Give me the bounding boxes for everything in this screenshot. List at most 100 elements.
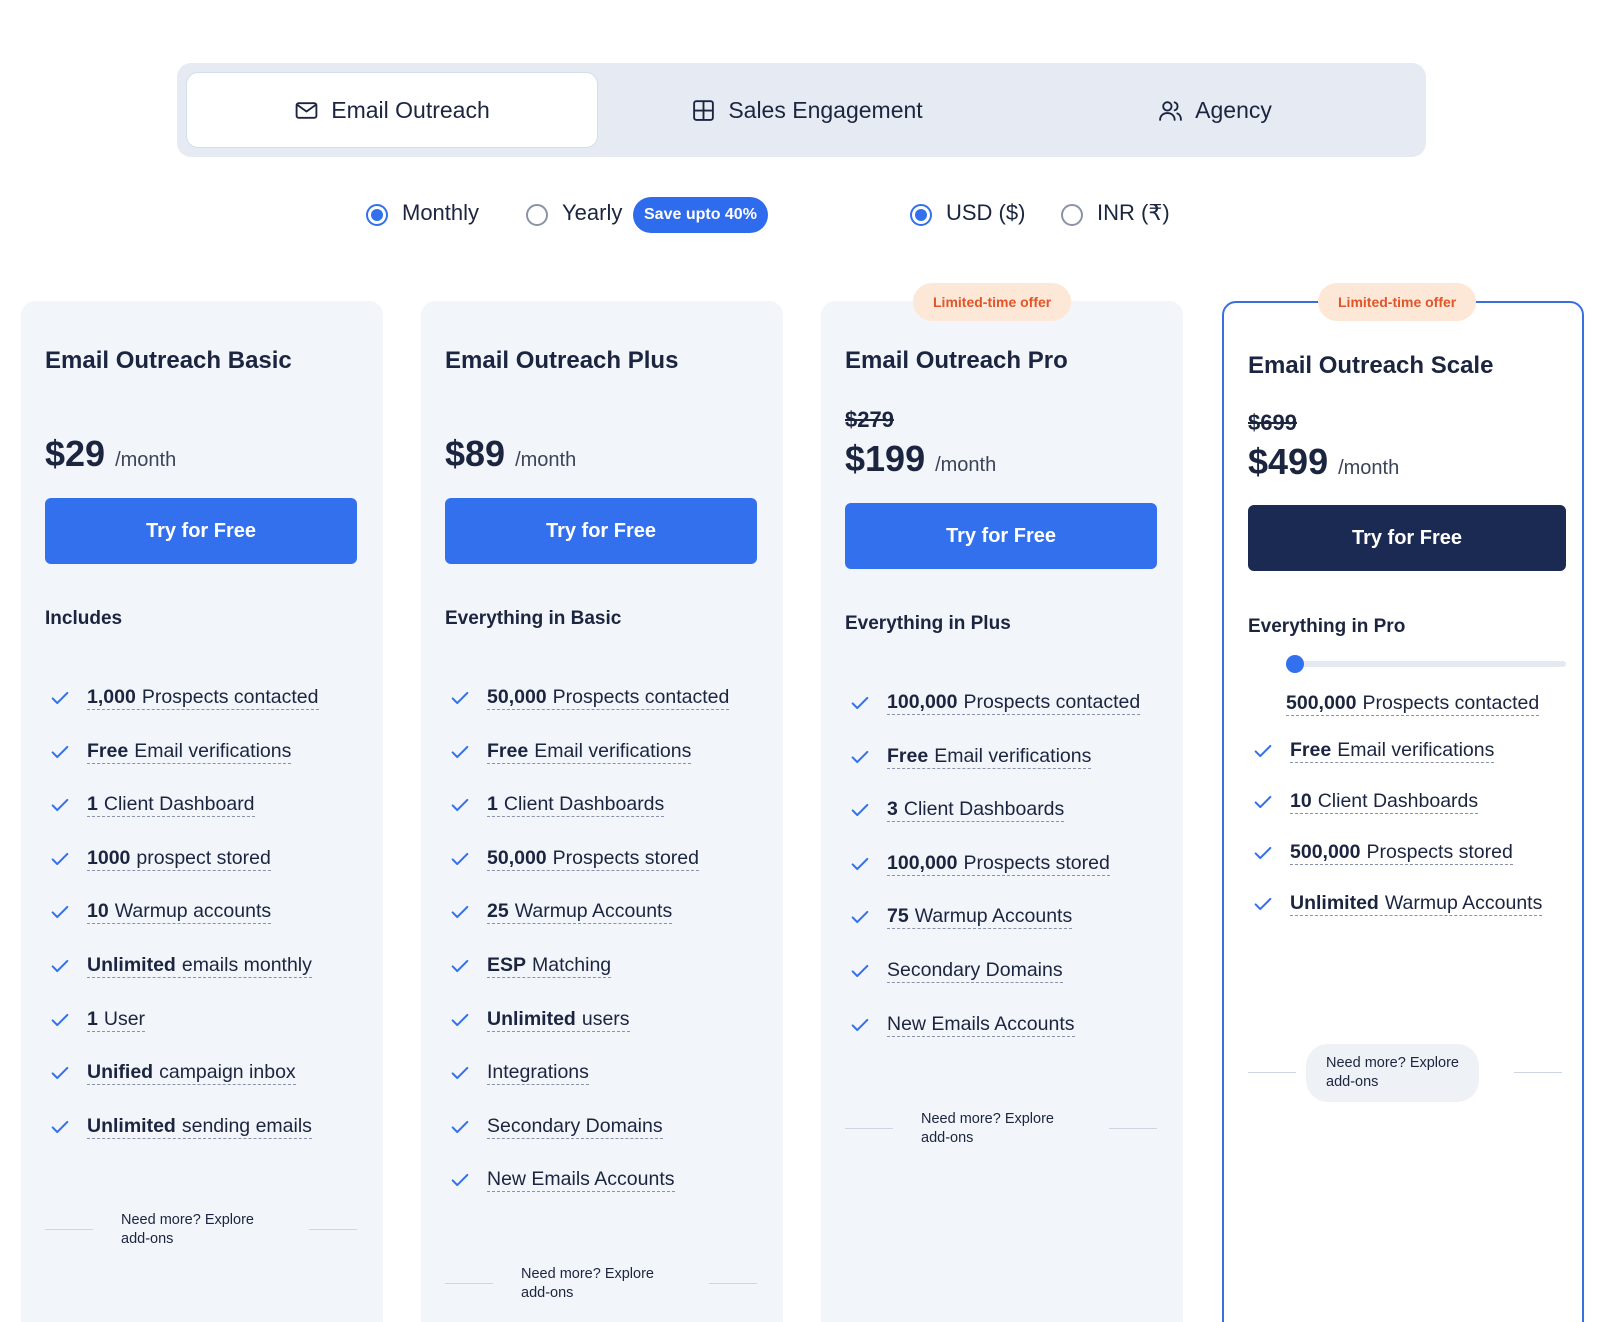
- feature-strong: Unlimited: [87, 1114, 176, 1137]
- feature-strong: 1: [87, 1007, 98, 1030]
- check-icon: [449, 955, 471, 977]
- feature-text: Secondary Domains: [487, 1115, 663, 1139]
- addons-text: add-ons: [521, 1285, 574, 1301]
- feature-item: 75 Warmup Accounts: [849, 902, 1073, 932]
- feature-strong: Free: [887, 744, 929, 767]
- feature-text: New Emails Accounts: [487, 1168, 675, 1193]
- feature-text: 50,000 Prospects contacted: [487, 686, 730, 710]
- plan-card-scale: Limited-time offer Email Outreach Scale …: [1222, 283, 1584, 1322]
- old-price: $279: [845, 407, 894, 432]
- check-icon: [849, 799, 871, 821]
- feature-text: Unlimited Warmup Accounts: [1290, 892, 1543, 916]
- feature-label: Prospects stored: [963, 851, 1110, 874]
- yearly-label[interactable]: Yearly: [562, 200, 622, 226]
- addons-divider-left: [45, 1229, 93, 1230]
- feature-label: Prospects stored: [1366, 841, 1513, 863]
- feature-text: Free Email verifications: [87, 740, 292, 764]
- users-icon: [1159, 100, 1182, 121]
- price: $499 /month: [1248, 441, 1399, 483]
- feature-label: Client Dashboards: [903, 798, 1065, 821]
- check-icon: [49, 848, 71, 870]
- feature-item: Secondary Domains: [849, 956, 1063, 986]
- addons-link[interactable]: Need more? Explore add-ons: [521, 1265, 654, 1303]
- feature-text: 10 Warmup accounts: [87, 900, 272, 925]
- prospects-slider-track[interactable]: [1286, 661, 1566, 667]
- feature-item: Integrations: [449, 1058, 589, 1088]
- try-for-free-button[interactable]: Try for Free: [445, 498, 757, 564]
- addons-text: Need more? Explore: [921, 1111, 1054, 1127]
- feature-label: Email verifications: [1337, 739, 1495, 761]
- check-icon: [849, 692, 871, 714]
- feature-strong: Unlimited: [1290, 892, 1379, 914]
- feature-label: sending emails: [181, 1114, 312, 1137]
- yearly-radio[interactable]: [526, 204, 548, 226]
- feature-strong: 10: [1290, 790, 1312, 812]
- plan-card-pro: Limited-time offer Email Outreach Pro $2…: [821, 283, 1183, 1322]
- check-icon: [449, 1169, 471, 1191]
- check-icon: [49, 794, 71, 816]
- try-for-free-button[interactable]: Try for Free: [1248, 505, 1566, 571]
- inr-radio[interactable]: [1061, 204, 1083, 226]
- feature-label: Client Dashboards: [1317, 790, 1479, 812]
- addons-divider-left: [1248, 1072, 1296, 1073]
- tab-sales-engagement[interactable]: Sales Engagement: [607, 72, 1007, 148]
- check-icon: [1252, 893, 1274, 915]
- check-icon: [49, 1009, 71, 1031]
- plan-title: Email Outreach Pro: [845, 347, 1068, 374]
- feature-strong: 50,000: [487, 846, 547, 869]
- price-amount: $199: [845, 438, 926, 479]
- feature-label: Warmup Accounts: [514, 900, 673, 923]
- tab-agency[interactable]: Agency: [1015, 72, 1415, 148]
- feature-strong: Unlimited: [87, 954, 176, 976]
- feature-item: New Emails Accounts: [849, 1010, 1075, 1040]
- addons-link[interactable]: Need more? Explore add-ons: [1306, 1044, 1479, 1102]
- feature-item: 500,000 Prospects stored: [1252, 838, 1513, 868]
- check-icon: [449, 1062, 471, 1084]
- feature-text: 500,000 Prospects contacted: [1286, 692, 1540, 716]
- prospects-slider-knob[interactable]: [1286, 655, 1304, 673]
- inr-label[interactable]: INR (₹): [1097, 200, 1170, 226]
- plan-title: Email Outreach Basic: [45, 347, 292, 374]
- feature-text: 100,000 Prospects stored: [887, 852, 1110, 876]
- feature-strong: 75: [887, 905, 909, 928]
- price: $199 /month: [845, 438, 996, 480]
- monthly-radio[interactable]: [366, 204, 388, 226]
- monthly-label[interactable]: Monthly: [402, 200, 479, 226]
- feature-text: 1 User: [87, 1007, 146, 1032]
- addons-link[interactable]: Need more? Explore add-ons: [921, 1110, 1054, 1148]
- feature-item: Unlimited Warmup Accounts: [1252, 889, 1543, 919]
- feature-label: Warmup accounts: [114, 900, 272, 923]
- addons-link[interactable]: Need more? Explore add-ons: [121, 1211, 254, 1249]
- feature-item: 10 Warmup accounts: [49, 897, 272, 927]
- usd-radio[interactable]: [910, 204, 932, 226]
- feature-text: 10 Client Dashboards: [1290, 790, 1479, 814]
- feature-text: 50,000 Prospects stored: [487, 847, 699, 871]
- feature-item: New Emails Accounts: [449, 1165, 675, 1195]
- feature-label: Prospects contacted: [1362, 692, 1540, 714]
- addons-divider-right: [309, 1229, 357, 1230]
- tab-email-outreach[interactable]: Email Outreach: [186, 72, 598, 148]
- price-amount: $89: [445, 433, 506, 474]
- try-for-free-button[interactable]: Try for Free: [45, 498, 357, 564]
- tab-label: Agency: [1195, 96, 1272, 123]
- feature-label: Prospects contacted: [141, 686, 319, 708]
- feature-label: prospect stored: [136, 846, 271, 869]
- feature-item: 25 Warmup Accounts: [449, 897, 673, 927]
- feature-label: emails monthly: [181, 954, 312, 976]
- includes-heading: Includes: [45, 608, 123, 629]
- feature-text: 3 Client Dashboards: [887, 798, 1065, 823]
- feature-item: 1 Client Dashboard: [49, 790, 255, 820]
- feature-text: 1 Client Dashboard: [87, 793, 255, 818]
- feature-label: New Emails Accounts: [487, 1168, 675, 1191]
- feature-text: 100,000 Prospects contacted: [887, 691, 1141, 715]
- addons-text: Need more? Explore: [521, 1266, 654, 1282]
- feature-label: Secondary Domains: [887, 959, 1063, 981]
- feature-item: Free Email verifications: [49, 737, 292, 767]
- feature-label: campaign inbox: [159, 1061, 296, 1084]
- feature-item: 100,000 Prospects contacted: [849, 688, 1141, 718]
- feature-strong: 3: [887, 798, 898, 821]
- usd-label[interactable]: USD ($): [946, 200, 1025, 226]
- feature-text: Unlimited sending emails: [87, 1115, 312, 1139]
- try-for-free-button[interactable]: Try for Free: [845, 503, 1157, 569]
- feature-label: Email verifications: [534, 739, 692, 762]
